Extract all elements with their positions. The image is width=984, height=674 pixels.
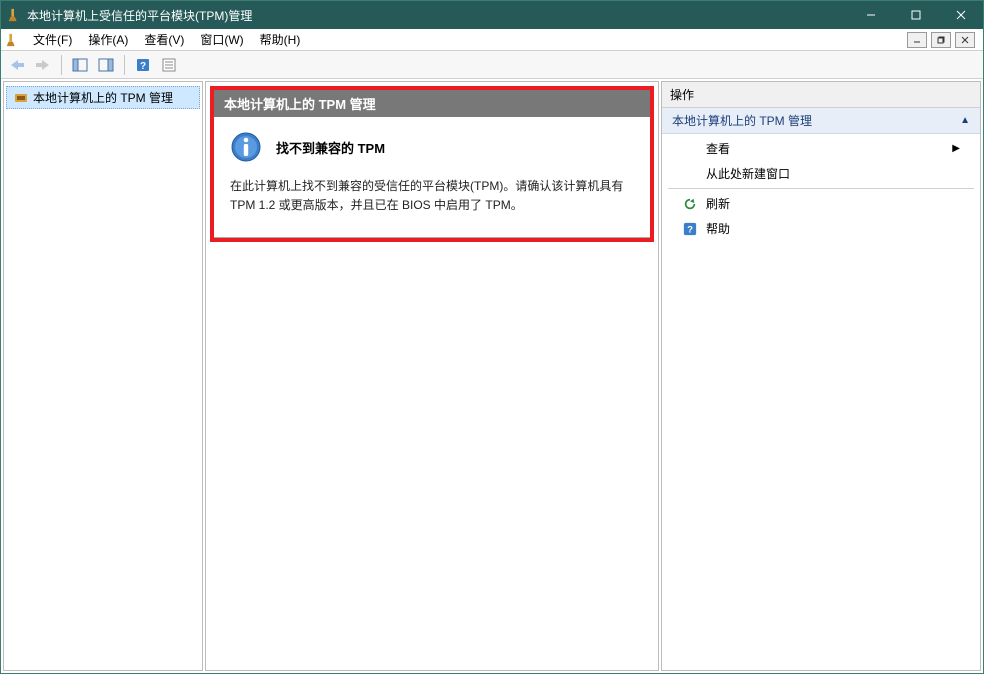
action-view-label: 查看 — [706, 140, 730, 157]
action-new-window-label: 从此处新建窗口 — [706, 165, 790, 182]
blank-icon — [682, 141, 698, 157]
tpm-snapin-icon — [13, 90, 29, 106]
separator — [668, 188, 974, 189]
section-header: 本地计算机上的 TPM 管理 — [214, 90, 650, 117]
action-help[interactable]: ? 帮助 — [662, 216, 980, 241]
toolbar: ? — [1, 51, 983, 79]
result-pane: 本地计算机上的 TPM 管理 找不到兼容的 TPM — [205, 81, 659, 671]
mdi-close-button[interactable] — [955, 32, 975, 48]
blank-icon — [682, 166, 698, 182]
mdi-minimize-button[interactable] — [907, 32, 927, 48]
maximize-button[interactable] — [893, 1, 938, 29]
forward-button[interactable] — [31, 53, 55, 77]
menu-view[interactable]: 查看(V) — [136, 29, 192, 50]
mmc-window: 本地计算机上受信任的平台模块(TPM)管理 文件(F) 操作(A) 查看(V) … — [0, 0, 984, 674]
svg-text:?: ? — [140, 61, 146, 72]
message-body: 在此计算机上找不到兼容的受信任的平台模块(TPM)。请确认该计算机具有 TPM … — [230, 177, 634, 215]
minimize-button[interactable] — [848, 1, 893, 29]
mmc-icon — [5, 33, 19, 47]
tree-root-item[interactable]: 本地计算机上的 TPM 管理 — [6, 86, 200, 109]
toolbar-separator — [61, 55, 62, 75]
console-tree-pane: 本地计算机上的 TPM 管理 — [3, 81, 203, 671]
highlighted-region: 本地计算机上的 TPM 管理 找不到兼容的 TPM — [210, 86, 654, 242]
actions-pane: 操作 本地计算机上的 TPM 管理 ▲ 查看 ▶ 从此处新建窗口 — [661, 81, 981, 671]
help-icon: ? — [682, 221, 698, 237]
show-hide-action-pane-button[interactable] — [94, 53, 118, 77]
collapse-icon: ▲ — [960, 115, 970, 126]
submenu-arrow-icon: ▶ — [952, 143, 960, 154]
menu-file[interactable]: 文件(F) — [25, 29, 80, 50]
tree-root-label: 本地计算机上的 TPM 管理 — [33, 89, 173, 106]
refresh-icon — [682, 196, 698, 212]
client-area: 本地计算机上的 TPM 管理 本地计算机上的 TPM 管理 — [1, 79, 983, 673]
action-new-window[interactable]: 从此处新建窗口 — [662, 161, 980, 186]
menu-window[interactable]: 窗口(W) — [192, 29, 251, 50]
menu-help[interactable]: 帮助(H) — [252, 29, 309, 50]
help-button[interactable]: ? — [131, 53, 155, 77]
mdi-controls — [907, 32, 975, 48]
menu-action[interactable]: 操作(A) — [80, 29, 136, 50]
properties-button[interactable] — [157, 53, 181, 77]
actions-group-title: 本地计算机上的 TPM 管理 — [672, 112, 812, 129]
actions-list: 查看 ▶ 从此处新建窗口 刷新 ? — [662, 134, 980, 243]
toolbar-separator — [124, 55, 125, 75]
action-view[interactable]: 查看 ▶ — [662, 136, 980, 161]
message-row: 找不到兼容的 TPM — [230, 131, 634, 163]
actions-pane-title: 操作 — [662, 82, 980, 108]
section-body: 找不到兼容的 TPM 在此计算机上找不到兼容的受信任的平台模块(TPM)。请确认… — [214, 117, 650, 238]
action-refresh-label: 刷新 — [706, 195, 730, 212]
svg-text:?: ? — [687, 224, 693, 235]
action-refresh[interactable]: 刷新 — [662, 191, 980, 216]
back-button[interactable] — [5, 53, 29, 77]
mdi-restore-button[interactable] — [931, 32, 951, 48]
window-title: 本地计算机上受信任的平台模块(TPM)管理 — [27, 7, 848, 24]
actions-group-header[interactable]: 本地计算机上的 TPM 管理 ▲ — [662, 108, 980, 134]
titlebar: 本地计算机上受信任的平台模块(TPM)管理 — [1, 1, 983, 29]
close-button[interactable] — [938, 1, 983, 29]
show-hide-console-tree-button[interactable] — [68, 53, 92, 77]
message-title: 找不到兼容的 TPM — [276, 138, 385, 157]
menubar: 文件(F) 操作(A) 查看(V) 窗口(W) 帮助(H) — [1, 29, 983, 51]
action-help-label: 帮助 — [706, 220, 730, 237]
app-icon — [7, 8, 21, 22]
info-icon — [230, 131, 262, 163]
window-controls — [848, 1, 983, 29]
